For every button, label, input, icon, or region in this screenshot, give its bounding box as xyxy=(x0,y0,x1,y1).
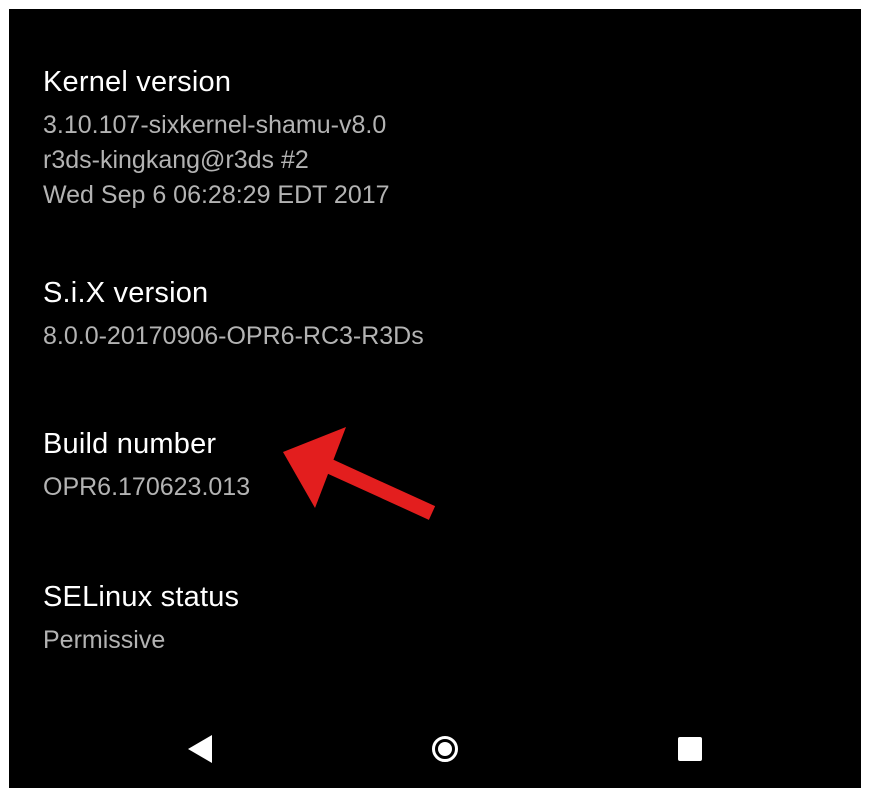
setting-summary: Permissive xyxy=(43,626,166,654)
setting-summary: 8.0.0-20170906-OPR6-RC3-R3Ds xyxy=(43,322,424,350)
recents-button[interactable] xyxy=(665,729,715,769)
setting-item-kernel-version[interactable]: Kernel version 3.10.107-sixkernel-shamu-… xyxy=(43,65,803,213)
about-phone-screen: Kernel version 3.10.107-sixkernel-shamu-… xyxy=(9,9,861,788)
setting-title: Build number xyxy=(43,428,217,460)
setting-title: SELinux status xyxy=(43,581,240,613)
recents-icon xyxy=(678,737,702,761)
navigation-bar xyxy=(9,709,861,788)
back-icon xyxy=(188,735,212,763)
setting-item-build-number[interactable]: Build number OPR6.170623.013 xyxy=(43,427,803,505)
setting-summary: OPR6.170623.013 xyxy=(43,473,251,501)
setting-item-six-version[interactable]: S.i.X version 8.0.0-20170906-OPR6-RC3-R3… xyxy=(43,276,803,354)
setting-summary: 3.10.107-sixkernel-shamu-v8.0 r3ds-kingk… xyxy=(43,111,390,209)
back-button[interactable] xyxy=(175,729,225,769)
home-icon xyxy=(432,736,458,762)
setting-title: S.i.X version xyxy=(43,277,209,309)
home-button[interactable] xyxy=(420,729,470,769)
setting-title: Kernel version xyxy=(43,66,232,98)
setting-item-selinux-status[interactable]: SELinux status Permissive xyxy=(43,580,803,658)
